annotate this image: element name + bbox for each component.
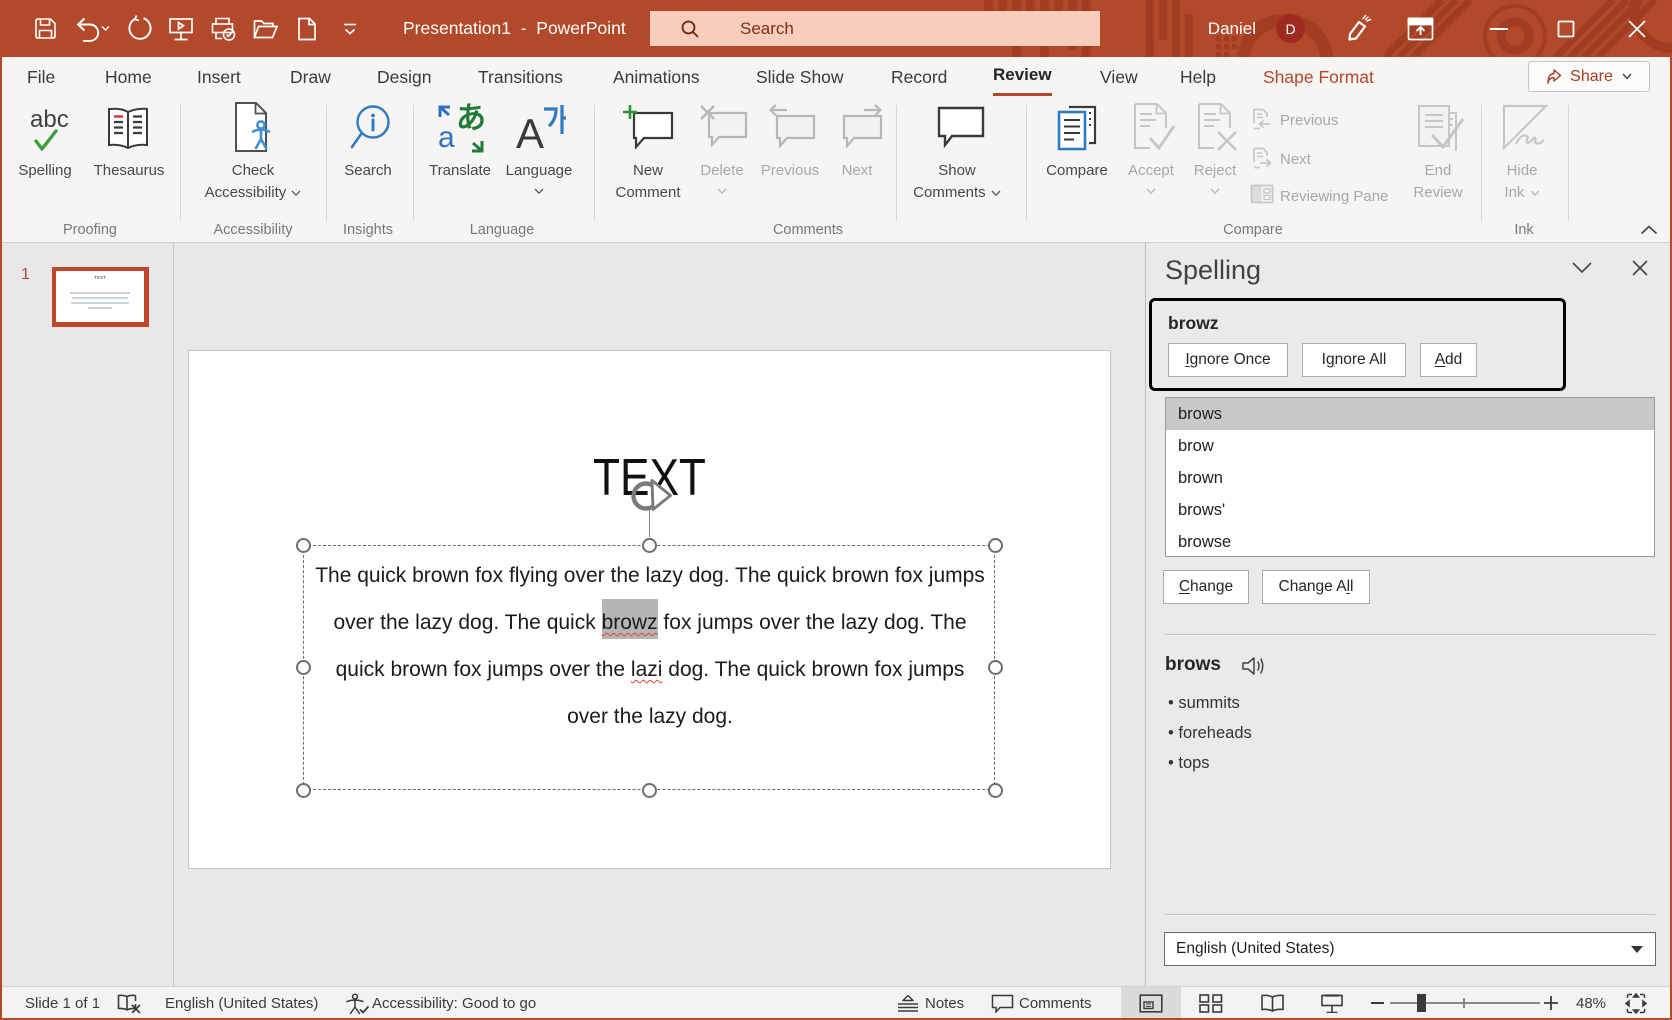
svg-text:A: A — [516, 110, 544, 154]
svg-text:あ: あ — [456, 103, 486, 135]
svg-text:a: a — [438, 121, 455, 154]
svg-text:abc: abc — [30, 106, 69, 133]
